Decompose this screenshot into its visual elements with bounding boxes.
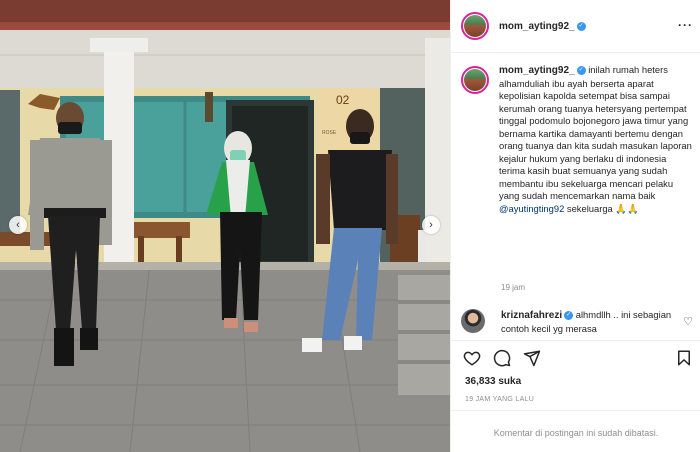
post-photo[interactable]: 02 ROSE ‹ › — [0, 0, 450, 452]
like-count[interactable]: 36,833 suka — [465, 376, 521, 387]
caption-timestamp[interactable]: 19 jam — [501, 283, 525, 292]
bookmark-icon[interactable] — [675, 349, 693, 367]
previous-photo-icon[interactable]: ‹ — [9, 216, 27, 234]
caption-text-block: mom_ayting92_ ✓ inilah rumah heters alham… — [499, 64, 693, 215]
commenter-avatar[interactable] — [461, 309, 485, 333]
verified-badge-icon: ✓ — [576, 21, 586, 31]
author-username[interactable]: mom_ayting92_ — [499, 21, 575, 32]
comment-icon[interactable] — [493, 349, 511, 367]
divider — [451, 410, 700, 411]
post-header: mom_ayting92_ ✓ ··· — [461, 10, 693, 42]
post-timestamp[interactable]: 19 JAM YANG LALU — [465, 396, 534, 403]
verified-badge-icon: ✓ — [564, 311, 574, 321]
verified-badge-icon: ✓ — [576, 66, 586, 76]
post-side-panel: mom_ayting92_ ✓ ··· mom_ayting92_ ✓ inila… — [450, 0, 700, 452]
heart-icon[interactable] — [463, 349, 481, 367]
caption-mention-link[interactable]: @ayutingting92 — [499, 203, 564, 214]
caption-username[interactable]: mom_ayting92_ — [499, 65, 575, 76]
caption-text-end: sekeluarga 🙏🙏 — [564, 202, 639, 214]
author-avatar[interactable] — [461, 12, 489, 40]
caption-text: inilah rumah heters alhamduliah ibu ayah… — [499, 64, 692, 201]
share-icon[interactable] — [523, 349, 541, 367]
comment-like-icon[interactable]: ♡ — [683, 315, 693, 328]
house-number: 02 — [336, 93, 350, 107]
divider — [451, 52, 700, 53]
comment-text-block: kriznafahrezi ✓ alhmdllh .. ini sebagian … — [501, 309, 681, 335]
house-tag: ROSE — [322, 130, 337, 136]
divider — [451, 340, 700, 341]
comment-item: kriznafahrezi ✓ alhmdllh .. ini sebagian … — [461, 309, 693, 335]
next-photo-icon[interactable]: › — [422, 216, 440, 234]
action-bar — [463, 348, 693, 370]
more-options-icon[interactable]: ··· — [678, 18, 693, 32]
post-caption: mom_ayting92_ ✓ inilah rumah heters alham… — [461, 64, 693, 215]
photo-scene: 02 ROSE — [0, 0, 450, 452]
comments-restricted-notice: Komentar di postingan ini sudah dibatasi… — [493, 428, 659, 438]
caption-author-avatar[interactable] — [461, 66, 489, 94]
commenter-username[interactable]: kriznafahrezi — [501, 310, 562, 321]
